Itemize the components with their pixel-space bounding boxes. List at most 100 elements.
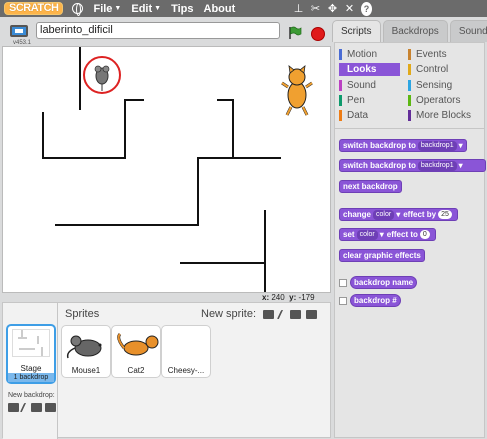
sprite-name: Cat2 — [127, 366, 145, 375]
color-swatch — [408, 64, 411, 75]
paint-backdrop-icon[interactable] — [19, 403, 31, 412]
tips-menu[interactable]: Tips — [171, 3, 193, 15]
category-label: Motion — [347, 49, 378, 60]
backdrop-count: 1 backdrop — [8, 373, 54, 382]
category-data[interactable]: Data — [339, 109, 368, 122]
menu-bar: SCRATCH File ▼ Edit ▼ Tips About ⊥ ✂ ✥ ✕ ? — [0, 0, 487, 17]
y-label: y: — [289, 293, 297, 302]
color-swatch — [408, 49, 411, 60]
color-swatch — [408, 95, 411, 106]
category-label: Data — [347, 110, 369, 121]
paint-sprite-icon[interactable] — [276, 310, 288, 319]
stop-sign-icon[interactable] — [311, 27, 325, 41]
new-sprite-label: New sprite: — [201, 308, 257, 320]
sprite-tile-mouse1[interactable]: Mouse1 — [61, 325, 111, 378]
upload-backdrop-icon[interactable] — [31, 403, 42, 412]
category-label: Operators — [416, 95, 461, 106]
shrink-icon[interactable]: ✕ — [344, 1, 355, 15]
block-text: set — [343, 230, 355, 239]
language-globe-icon[interactable] — [72, 3, 84, 16]
x-value: 240 — [271, 293, 285, 302]
category-control[interactable]: Control — [408, 63, 448, 76]
category-looks[interactable]: Looks — [339, 63, 400, 76]
mouse-coordinates: x: 240 y: -179 — [262, 293, 315, 302]
duplicate-stamp-icon[interactable]: ⊥ — [293, 1, 304, 15]
sprite-name: Cheesy-... — [167, 366, 205, 375]
color-swatch — [408, 80, 411, 91]
backdrop-dropdown[interactable]: backdrop1 — [417, 140, 457, 151]
file-menu[interactable]: File ▼ — [93, 3, 121, 15]
project-title-input[interactable]: laberinto_dificil — [36, 22, 280, 39]
switch-backdrop-and-wait-block[interactable]: switch backdrop to backdrop1 ▾ — [339, 159, 486, 172]
sprite-tools: ⊥ ✂ ✥ ✕ ? — [293, 1, 372, 16]
edit-menu[interactable]: Edit ▼ — [131, 3, 161, 15]
green-flag-icon[interactable] — [288, 26, 302, 40]
camera-backdrop-icon[interactable] — [45, 403, 56, 412]
clear-graphic-effects-block[interactable]: clear graphic effects — [339, 249, 425, 262]
block-text: switch backdrop to — [343, 141, 416, 150]
backdrop-number-checkbox[interactable] — [339, 297, 347, 305]
cat-sprite[interactable] — [281, 65, 313, 117]
stage-mini-preview — [12, 329, 50, 357]
category-pen[interactable]: Pen — [339, 94, 365, 107]
stage-column: Stage 1 backdrop New backdrop: — [3, 303, 58, 439]
stage-canvas[interactable] — [2, 46, 331, 293]
block-text: switch backdrop to — [343, 161, 416, 170]
scratch-logo[interactable]: SCRATCH — [4, 2, 64, 15]
choose-sprite-icon[interactable] — [263, 310, 274, 319]
category-label: Control — [416, 64, 449, 75]
delete-scissors-icon[interactable]: ✂ — [310, 1, 321, 15]
category-label: Sound — [347, 80, 376, 91]
color-swatch — [339, 110, 342, 121]
x-label: x: — [262, 293, 270, 302]
backdrop-name-reporter[interactable]: backdrop name — [350, 276, 418, 289]
effect-dropdown[interactable]: color — [373, 209, 395, 220]
grow-icon[interactable]: ✥ — [327, 1, 338, 15]
full-screen-icon[interactable] — [10, 25, 28, 37]
category-sound[interactable]: Sound — [339, 79, 376, 92]
about-menu[interactable]: About — [204, 3, 236, 15]
tab-scripts[interactable]: Scripts — [332, 20, 381, 42]
sprite-tile-cheesy[interactable]: Cheesy-... — [161, 325, 211, 378]
backdrop-dropdown[interactable]: backdrop1 — [417, 160, 457, 171]
next-backdrop-block[interactable]: next backdrop — [339, 180, 402, 193]
block-palette: Motion Looks Sound Pen Data Events Contr… — [334, 42, 486, 438]
change-effect-block[interactable]: change color ▾ effect by 25 — [339, 208, 458, 221]
block-text: change — [343, 210, 372, 219]
backdrop-name-checkbox[interactable] — [339, 279, 347, 287]
sprite-tile-cat2[interactable]: Cat2 — [111, 325, 161, 378]
category-more-blocks[interactable]: More Blocks — [408, 109, 471, 122]
y-value: -179 — [298, 293, 315, 302]
palette-divider — [335, 128, 484, 129]
switch-backdrop-block[interactable]: switch backdrop to backdrop1 ▾ — [339, 139, 467, 152]
category-sensing[interactable]: Sensing — [408, 79, 452, 92]
category-motion[interactable]: Motion — [339, 48, 377, 61]
category-label: More Blocks — [416, 110, 472, 121]
backdrop-number-reporter[interactable]: backdrop # — [350, 294, 401, 307]
choose-backdrop-icon[interactable] — [8, 403, 19, 412]
new-backdrop-label: New backdrop: — [8, 392, 55, 399]
stage-label: Stage — [20, 364, 42, 373]
effect-dropdown[interactable]: color — [356, 229, 378, 240]
color-swatch — [408, 110, 411, 121]
new-backdrop-tools — [8, 403, 56, 412]
cat-thumbnail — [117, 332, 159, 356]
color-swatch — [339, 95, 342, 106]
category-operators[interactable]: Operators — [408, 94, 460, 107]
sprite-name: Mouse1 — [71, 366, 101, 375]
camera-sprite-icon[interactable] — [306, 310, 317, 319]
block-text: effect to — [386, 230, 418, 239]
tab-sounds[interactable]: Sounds — [449, 20, 487, 42]
category-label: Looks — [347, 64, 377, 75]
mouse-sprite[interactable] — [82, 55, 122, 95]
set-effect-block[interactable]: set color ▾ effect to 0 — [339, 228, 436, 241]
stage-thumbnail[interactable]: Stage 1 backdrop — [6, 324, 56, 384]
category-events[interactable]: Events — [408, 48, 447, 61]
tab-backdrops[interactable]: Backdrops — [382, 20, 448, 42]
help-icon[interactable]: ? — [361, 2, 372, 16]
upload-sprite-icon[interactable] — [290, 310, 301, 319]
effect-amount-input[interactable]: 25 — [438, 210, 452, 219]
sprite-pane: Stage 1 backdrop New backdrop: Sprites N… — [2, 302, 331, 439]
category-label: Events — [416, 49, 447, 60]
effect-value-input[interactable]: 0 — [419, 230, 430, 239]
